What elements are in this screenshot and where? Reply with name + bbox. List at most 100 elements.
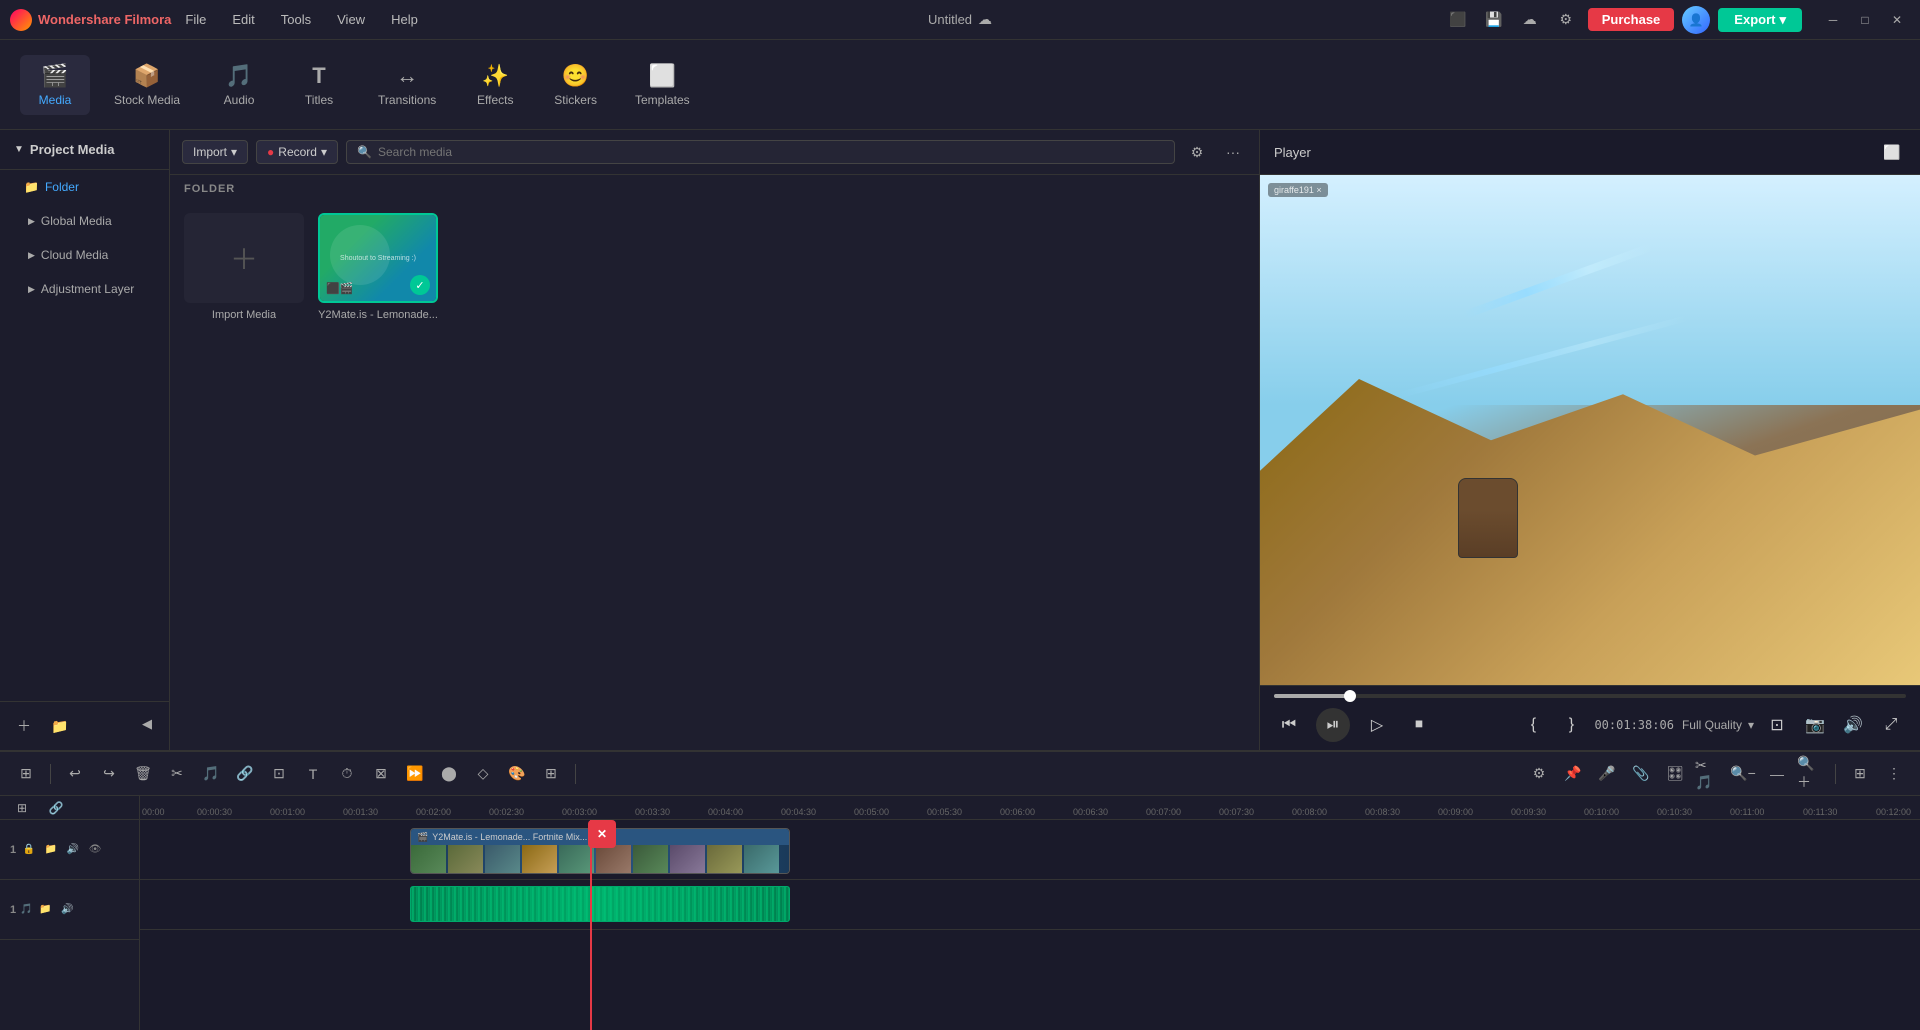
timeline-ruler-area: 00:00 00:00:30 00:01:00 00:01:30 00:02:0… [140,796,1920,1030]
sidebar-collapse-button[interactable]: ◀ [135,712,159,736]
delete-button[interactable]: 🗑 [129,760,157,788]
toolbar-audio[interactable]: 🎵 Audio [204,55,274,115]
quality-selector[interactable]: Full Quality ▾ [1682,718,1754,732]
close-button[interactable]: ✕ [1884,7,1910,33]
link-btn[interactable]: 🔗 [42,796,70,822]
menu-view[interactable]: View [333,10,369,29]
save-icon[interactable]: 💾 [1480,6,1508,34]
more-btn[interactable]: ⋮ [1880,760,1908,788]
step-back-button[interactable]: ⏮ [1274,710,1304,740]
sidebar-folder-button[interactable]: 📁 [46,712,74,740]
sidebar-item-cloud-media[interactable]: ▶ Cloud Media [0,238,169,272]
cut-button[interactable]: ✂ [163,760,191,788]
purchase-button[interactable]: Purchase [1588,8,1675,31]
export-button[interactable]: Export ▾ [1718,8,1802,32]
volume-icon[interactable]: 🔊 [1838,710,1868,740]
extend-button[interactable]: ⬤ [435,760,463,788]
import-media-item[interactable]: ＋ Import Media [184,213,304,740]
text-button[interactable]: T [299,760,327,788]
settings-btn[interactable]: ⚙ [1525,760,1553,788]
grid-view-btn[interactable]: ⊞ [1846,760,1874,788]
fullscreen-icon[interactable]: ⤢ [1876,710,1906,740]
toolbar-effects[interactable]: ✨ Effects [460,55,530,115]
mark-in-button[interactable]: { [1518,710,1548,740]
record-button[interactable]: ● Record ▾ [256,140,338,164]
playhead[interactable] [590,820,592,1030]
audio-button[interactable]: 🎵 [197,760,225,788]
zoom-in-btn[interactable]: 🔍＋ [1797,760,1825,788]
stickers-icon: 😊 [562,63,589,89]
playhead-marker[interactable]: ✕ [588,820,616,848]
filter-icon[interactable]: ⚙ [1183,138,1211,166]
connection-button[interactable]: 🔗 [231,760,259,788]
audio-waveform-clip[interactable] [410,886,790,922]
audio-waveform [411,887,789,921]
audio-mix-btn[interactable]: 🎛 [1661,760,1689,788]
clip-body [411,845,789,874]
merge-button[interactable]: ⊞ [537,760,565,788]
undo-button[interactable]: ↩ [61,760,89,788]
toolbar-titles[interactable]: T Titles [284,55,354,115]
stop-button[interactable]: ⏹ [1404,710,1434,740]
menu-tools[interactable]: Tools [277,10,315,29]
minimize-button[interactable]: ─ [1820,7,1846,33]
game-scene: giraffe191 × [1260,175,1920,685]
import-button[interactable]: Import ▾ [182,140,248,164]
import-media-thumb[interactable]: ＋ [184,213,304,303]
screenshot-icon[interactable]: 📷 [1800,710,1830,740]
video-lock-icon[interactable]: 🔒 [20,841,38,859]
sidebar-item-folder[interactable]: 📁 Folder [10,170,169,204]
y2mate-media-item[interactable]: Shoutout to Streaming :) ⬛🎬 ✓ Y2Mate.is … [318,213,438,740]
speed-button[interactable]: ⏩ [401,760,429,788]
audio-mute-icon[interactable]: 🔊 [59,901,77,919]
menu-edit[interactable]: Edit [228,10,258,29]
menu-file[interactable]: File [181,10,210,29]
y2mate-media-thumb[interactable]: Shoutout to Streaming :) ⬛🎬 ✓ [318,213,438,303]
user-avatar[interactable]: 👤 [1682,6,1710,34]
search-input[interactable] [378,145,1164,159]
search-box[interactable]: 🔍 [346,140,1175,164]
crop-button[interactable]: ⊡ [265,760,293,788]
toolbar-media[interactable]: 🎬 Media [20,55,90,115]
step-forward-button[interactable]: ▷ [1362,710,1392,740]
sidebar-item-global-media[interactable]: ▶ Global Media [0,204,169,238]
add-clip-btn[interactable]: ⊞ [8,796,36,822]
timeline-add-track-button[interactable]: ⊞ [12,760,40,788]
sidebar-bottom: ＋ 📁 ◀ [0,701,169,750]
clip-frame-1 [411,845,446,874]
toolbar-stickers[interactable]: 😊 Stickers [540,55,611,115]
mask-button[interactable]: ◇ [469,760,497,788]
voiceover-btn[interactable]: 🎤 [1593,760,1621,788]
video-eye-icon[interactable]: 👁 [86,841,104,859]
video-mute-icon[interactable]: 🔊 [64,841,82,859]
fit-screen-icon[interactable]: ⊡ [1762,710,1792,740]
color-button[interactable]: 🎨 [503,760,531,788]
toolbar-transitions[interactable]: ↔ Transitions [364,55,450,115]
layout-icon[interactable]: ⬛ [1444,6,1472,34]
sidebar-add-button[interactable]: ＋ [10,712,38,740]
play-pause-button[interactable]: ⏯ [1316,708,1350,742]
marker-btn[interactable]: 📌 [1559,760,1587,788]
split-audio-btn[interactable]: ✂🎵 [1695,760,1723,788]
audio-folder-icon[interactable]: 📁 [37,901,55,919]
sidebar-item-adjustment-layer[interactable]: ▶ Adjustment Layer [0,272,169,306]
clip-btn[interactable]: 📎 [1627,760,1655,788]
toolbar-templates[interactable]: ⬜ Templates [621,55,704,115]
zoom-out-btn[interactable]: 🔍− [1729,760,1757,788]
video-track-label: 1 🔒 📁 🔊 👁 [0,820,139,880]
toolbar-stock-media[interactable]: 📦 Stock Media [100,55,194,115]
more-options-icon[interactable]: ··· [1219,138,1247,166]
timer-button[interactable]: ⏱ [333,760,361,788]
player-expand-icon[interactable]: ⬜ [1878,138,1906,166]
settings-icon[interactable]: ⚙ [1552,6,1580,34]
mark-out-button[interactable]: } [1556,710,1586,740]
video-folder-icon[interactable]: 📁 [42,841,60,859]
timeline-ruler[interactable]: 00:00 00:00:30 00:01:00 00:01:30 00:02:0… [140,796,1920,820]
player-progress-bar[interactable] [1274,694,1906,698]
transform-button[interactable]: ⊠ [367,760,395,788]
redo-button[interactable]: ↪ [95,760,123,788]
maximize-button[interactable]: □ [1852,7,1878,33]
project-title: Untitled [928,12,972,27]
menu-help[interactable]: Help [387,10,422,29]
cloud-save-icon[interactable]: ☁ [1516,6,1544,34]
